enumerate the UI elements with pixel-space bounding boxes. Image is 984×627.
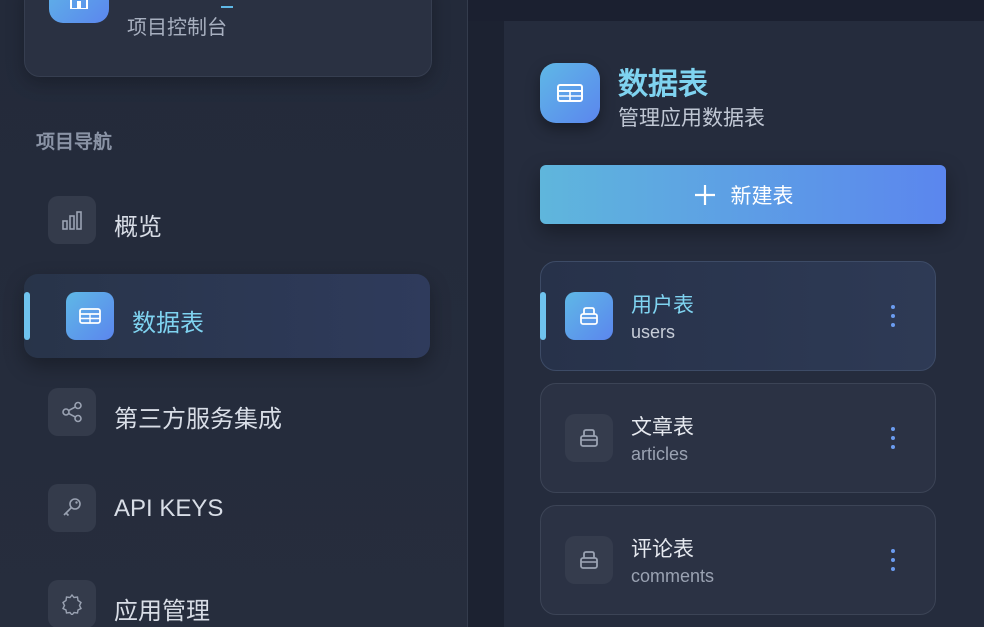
project-subtitle: 项目控制台 (127, 17, 227, 39)
divider-gap (468, 0, 504, 627)
table-card-users[interactable]: 用户表 users (540, 261, 936, 371)
page-title: 数据表 (618, 68, 708, 101)
table-key: users (631, 322, 676, 342)
top-strip (468, 0, 984, 21)
active-indicator (24, 292, 30, 340)
new-table-button[interactable]: 新建表 (540, 165, 946, 224)
table-name: 文章表 (631, 416, 694, 439)
more-options-icon[interactable] (881, 302, 905, 330)
building-icon (70, 0, 88, 9)
tables-panel: 数据表 管理应用数据表 新建表 用户表 users 文章表 articles 评… (504, 21, 984, 627)
table-icon (66, 292, 114, 340)
app-root: 项目控制台 项目导航 概览 数据表 第三方服务集成 API KEYS 应用管理 … (0, 0, 984, 627)
sidebar-item-label: API KEYS (114, 495, 224, 522)
project-logo (49, 0, 109, 23)
table-name: 评论表 (631, 538, 694, 561)
nav-heading: 项目导航 (36, 132, 113, 153)
sidebar-item-tables[interactable]: 数据表 (24, 274, 430, 358)
bar-chart-icon (48, 196, 96, 244)
sidebar-item-label: 数据表 (132, 310, 204, 337)
table-key: comments (631, 566, 715, 586)
plus-icon (694, 184, 715, 205)
more-options-icon[interactable] (881, 546, 905, 574)
new-table-label: 新建表 (730, 184, 794, 208)
page-subtitle: 管理应用数据表 (618, 107, 765, 130)
share-icon (48, 388, 96, 436)
sidebar-item-integrations[interactable]: 第三方服务集成 (24, 370, 430, 454)
key-icon (48, 484, 96, 532)
sidebar-item-label: 应用管理 (114, 598, 210, 625)
sidebar-item-api-keys[interactable]: API KEYS (24, 466, 430, 550)
database-icon (565, 536, 613, 584)
table-icon (540, 63, 600, 123)
sidebar-item-app-management[interactable]: 应用管理 (24, 562, 430, 627)
table-card-comments[interactable]: 评论表 comments (540, 505, 936, 615)
table-name: 用户表 (631, 294, 694, 317)
more-options-icon[interactable] (881, 424, 905, 452)
title-underline (221, 6, 233, 8)
sidebar: 项目控制台 项目导航 概览 数据表 第三方服务集成 API KEYS 应用管理 (0, 0, 468, 627)
sidebar-item-overview[interactable]: 概览 (24, 178, 430, 262)
active-indicator (540, 292, 546, 340)
project-card[interactable]: 项目控制台 (24, 0, 432, 77)
table-key: articles (631, 444, 689, 464)
table-card-articles[interactable]: 文章表 articles (540, 383, 936, 493)
sidebar-item-label: 概览 (114, 214, 162, 241)
gear-icon (48, 580, 96, 627)
database-icon (565, 292, 613, 340)
database-icon (565, 414, 613, 462)
sidebar-item-label: 第三方服务集成 (114, 406, 282, 433)
